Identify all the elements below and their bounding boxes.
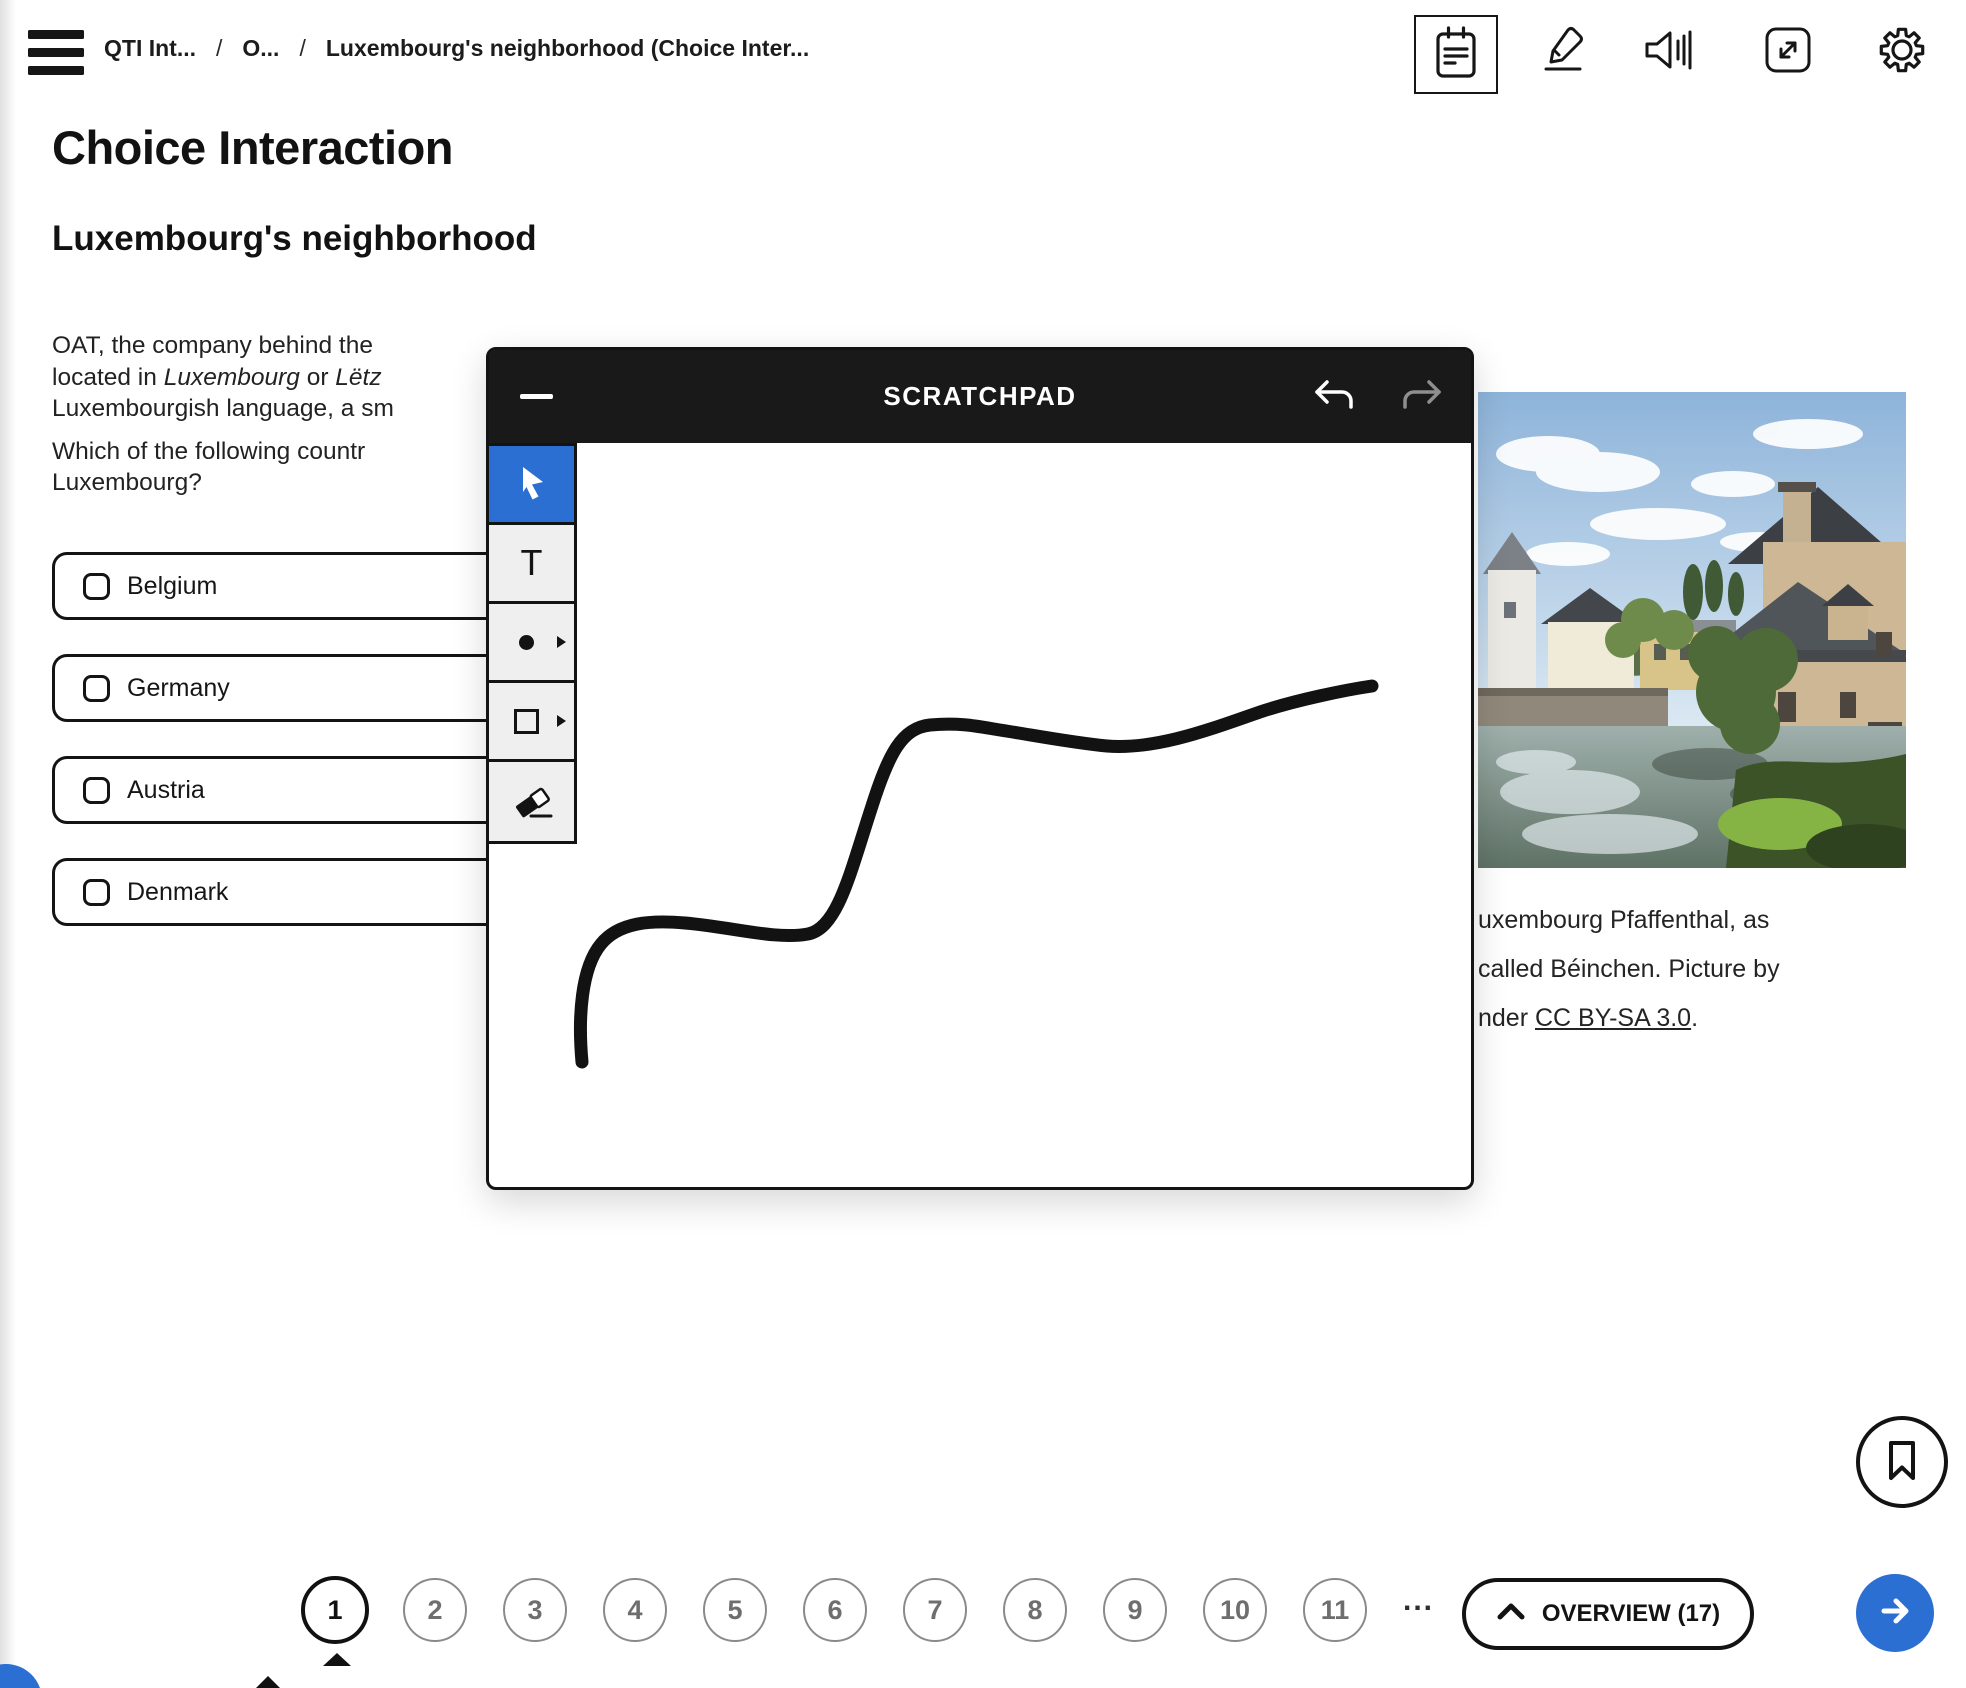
current-page-caret	[323, 1653, 351, 1666]
scratchpad-title: SCRATCHPAD	[883, 381, 1077, 411]
question-line: Luxembourgish language, a sm	[52, 395, 394, 422]
text-tool[interactable]: T	[489, 525, 574, 604]
question-text: OAT, the company behind the located in L…	[52, 330, 394, 499]
chevron-up-icon	[1496, 1600, 1526, 1628]
page-button-7[interactable]: 7	[903, 1578, 967, 1642]
pointer-icon	[512, 462, 552, 507]
breadcrumb-item[interactable]: QTI Int...	[104, 35, 196, 62]
page-title: Choice Interaction	[52, 121, 454, 174]
license-link[interactable]: CC BY-SA 3.0	[1535, 1004, 1691, 1032]
choice-label: Belgium	[127, 571, 218, 600]
flyout-arrow-icon	[557, 715, 566, 727]
bookmark-icon	[1880, 1436, 1924, 1489]
checkbox-icon[interactable]	[83, 776, 110, 804]
scratchpad-toggle-button[interactable]	[1414, 15, 1498, 94]
checkbox-icon[interactable]	[83, 878, 110, 906]
arrow-right-icon	[1877, 1593, 1913, 1634]
page-button-4[interactable]: 4	[603, 1578, 667, 1642]
caption-line: nder CC BY-SA 3.0.	[1478, 1004, 1699, 1032]
page-button-8[interactable]: 8	[1003, 1578, 1067, 1642]
scratchpad-icon	[1432, 24, 1480, 85]
scratchpad-canvas[interactable]	[489, 443, 1471, 1187]
page-button-10[interactable]: 10	[1203, 1578, 1267, 1642]
question-line: Which of the following countr	[52, 437, 366, 465]
caption-line: called Béinchen. Picture by	[1478, 955, 1780, 983]
breadcrumb: QTI Int... / O... / Luxembourg's neighborhoo…	[104, 35, 809, 62]
minimize-button[interactable]	[520, 394, 553, 399]
page-button-2[interactable]: 2	[403, 1578, 467, 1642]
pen-tool[interactable]	[489, 604, 574, 683]
corner-action-button[interactable]	[0, 1664, 42, 1688]
settings-icon	[1876, 24, 1928, 81]
next-button[interactable]	[1856, 1574, 1934, 1652]
pagination: 1 2 3 4 5 6 7 8 9 10 11...	[301, 1576, 1435, 1644]
figure-caption: uxembourg Pfaffenthal, as called Béinche…	[1478, 896, 1780, 1043]
fullscreen-button[interactable]	[1762, 26, 1814, 78]
overview-label: OVERVIEW (17)	[1541, 1600, 1721, 1627]
page-button-5[interactable]: 5	[703, 1578, 767, 1642]
figure-image	[1478, 392, 1926, 872]
pen-icon	[519, 634, 534, 650]
scratchpad-window: SCRATCHPAD T	[486, 347, 1474, 1190]
scratchpad-header: SCRATCHPAD	[489, 350, 1471, 443]
breadcrumb-separator: /	[216, 35, 223, 61]
eraser-tool[interactable]	[489, 762, 574, 841]
page-button-6[interactable]: 6	[803, 1578, 867, 1642]
highlighter-button[interactable]	[1532, 24, 1588, 80]
question-line: OAT, the company behind the	[52, 332, 373, 359]
page-button-9[interactable]: 9	[1103, 1578, 1167, 1642]
audio-button[interactable]	[1640, 26, 1698, 78]
page-button-11[interactable]: 11	[1303, 1578, 1367, 1642]
shape-icon	[514, 708, 539, 734]
text-tool-icon: T	[520, 542, 543, 583]
flyout-arrow-icon	[557, 636, 566, 648]
breadcrumb-separator: /	[299, 35, 306, 61]
shape-tool[interactable]	[489, 683, 574, 762]
pointer-tool[interactable]	[489, 446, 574, 525]
checkbox-icon[interactable]	[83, 572, 110, 600]
choice-label: Austria	[127, 775, 205, 804]
page-button-1[interactable]: 1	[301, 1576, 369, 1644]
breadcrumb-item[interactable]: O...	[242, 35, 279, 62]
page-button-3[interactable]: 3	[503, 1578, 567, 1642]
bookmark-button[interactable]	[1856, 1416, 1948, 1508]
redo-button[interactable]	[1397, 378, 1443, 417]
undo-button[interactable]	[1313, 378, 1359, 417]
settings-button[interactable]	[1876, 26, 1928, 78]
eraser-icon	[508, 775, 556, 828]
page-edge-shadow	[0, 0, 16, 1688]
drawn-stroke	[573, 679, 1379, 1069]
choice-label: Germany	[127, 673, 230, 702]
caption-line: uxembourg Pfaffenthal, as	[1478, 906, 1770, 934]
qti-test-page: QTI Int... / O... / Luxembourg's neighborhoo…	[0, 0, 1966, 1688]
overview-button[interactable]: OVERVIEW (17)	[1462, 1578, 1754, 1650]
question-title: Luxembourg's neighborhood	[52, 219, 537, 258]
breadcrumb-item[interactable]: Luxembourg's neighborhood (Choice Inter.…	[326, 35, 809, 62]
bottom-edge-caret	[250, 1676, 286, 1688]
question-line: located in Luxembourg or Lëtz	[52, 363, 382, 391]
highlighter-icon	[1534, 24, 1586, 81]
audio-icon	[1640, 26, 1698, 79]
fullscreen-icon	[1762, 24, 1814, 81]
checkbox-icon[interactable]	[83, 674, 110, 702]
question-line: Luxembourg?	[52, 469, 202, 496]
pagination-ellipsis: ...	[1403, 1584, 1435, 1617]
menu-icon[interactable]	[28, 30, 84, 75]
scratchpad-toolbar: T	[486, 443, 577, 844]
choice-label: Denmark	[127, 877, 229, 906]
